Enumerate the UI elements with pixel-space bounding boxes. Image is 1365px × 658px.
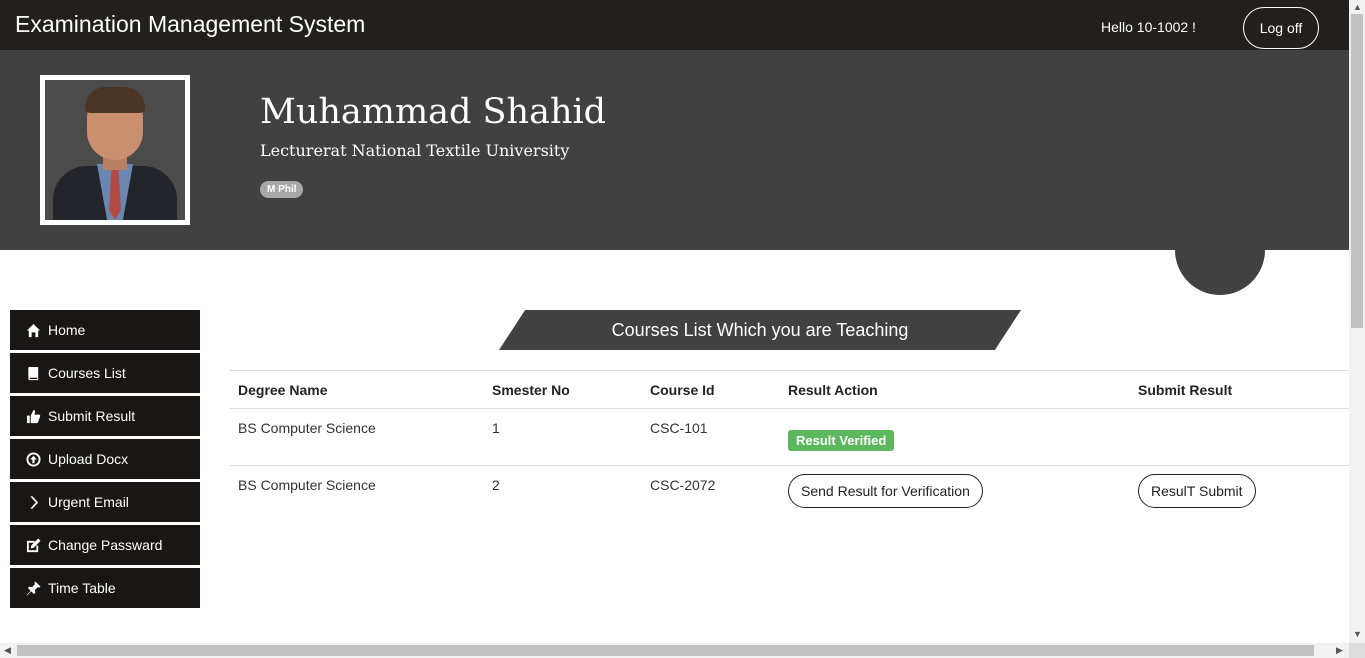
profile-header: Muhammad Shahid Lecturerat National Text… [0,50,1349,250]
top-navbar: Examination Management System Hello 10-1… [0,0,1349,50]
result-action-cell: Result Verified [780,408,1130,466]
thumbs-up-icon [25,408,41,424]
result-submit-button[interactable]: ResulT Submit [1138,474,1256,508]
column-header-degree: Degree Name [230,370,484,409]
sidebar-item-home[interactable]: Home [10,310,200,350]
scrollbar-corner [1349,643,1365,658]
column-header-course-id: Course Id [642,370,780,409]
table-header-row: Degree Name Smester No Course Id Result … [230,370,1349,409]
semester-cell: 1 [484,408,642,466]
horizontal-scroll-thumb[interactable] [17,645,1314,656]
result-action-cell: Send Result for Verification [780,466,1130,521]
sidebar-item-submit-result[interactable]: Submit Result [10,396,200,436]
scroll-right-arrow-icon[interactable]: ▶ [1336,645,1343,655]
scroll-left-arrow-icon[interactable]: ◀ [4,645,11,655]
sidebar-item-label: Urgent Email [48,494,129,510]
pushpin-icon [25,580,41,596]
book-icon [25,365,41,381]
scroll-up-arrow-icon[interactable]: ▲ [1353,2,1362,12]
course-id-cell: CSC-2072 [650,477,716,493]
degree-cell: BS Computer Science [230,408,484,466]
table-row: BS Computer Science 2 CSC-2072 Send Resu… [230,466,1349,521]
profile-photo-frame [40,75,190,225]
vertical-scrollbar[interactable]: ▲ ▼ [1349,0,1365,643]
home-icon [25,322,41,338]
sidebar-item-label: Upload Docx [48,451,129,467]
sidebar-item-label: Change Passward [48,537,163,553]
app-title[interactable]: Examination Management System [15,11,365,38]
decorative-circle [1175,205,1265,295]
profile-photo [45,80,185,220]
column-header-result-action: Result Action [780,370,1130,409]
send-for-verification-button[interactable]: Send Result for Verification [788,474,983,508]
profile-name: Muhammad Shahid [260,92,607,132]
vertical-scroll-thumb[interactable] [1351,14,1363,328]
degree-cell: BS Computer Science [238,477,376,493]
sidebar-item-time-table[interactable]: Time Table [10,568,200,608]
edit-icon [25,537,41,553]
result-verified-badge: Result Verified [788,430,895,451]
log-off-button[interactable]: Log off [1243,7,1319,49]
sidebar-item-urgent-email[interactable]: Urgent Email [10,482,200,522]
submit-result-cell [1130,408,1349,466]
sidebar-item-upload-docx[interactable]: Upload Docx [10,439,200,479]
chevron-right-icon [25,494,41,510]
sidebar-item-courses-list[interactable]: Courses List [10,353,200,393]
sidebar-menu: Home Courses List Submit Result Upload D… [10,310,200,611]
course-id-cell: CSC-101 [642,408,780,466]
profile-title: Lecturerat National Textile University [260,141,570,160]
sidebar-item-change-password[interactable]: Change Passward [10,525,200,565]
column-header-semester: Smester No [484,370,642,409]
scroll-down-arrow-icon[interactable]: ▼ [1353,629,1362,639]
upload-icon [25,451,41,467]
semester-cell: 2 [492,477,500,493]
submit-result-cell: ResulT Submit [1130,466,1349,521]
sidebar-item-label: Time Table [48,580,116,596]
horizontal-scrollbar[interactable]: ◀ ▶ [0,643,1349,658]
sidebar-item-label: Home [48,322,86,338]
sidebar-item-label: Submit Result [48,408,136,424]
qualification-badge: M Phil [260,181,304,198]
column-header-submit-result: Submit Result [1130,370,1349,409]
user-greeting[interactable]: Hello 10-1002 ! [1101,19,1196,35]
courses-table: Degree Name Smester No Course Id Result … [230,370,1349,521]
table-row: BS Computer Science 1 CSC-101 Result Ver… [230,408,1349,466]
section-banner-title: Courses List Which you are Teaching [611,320,909,340]
sidebar-item-label: Courses List [48,365,126,381]
